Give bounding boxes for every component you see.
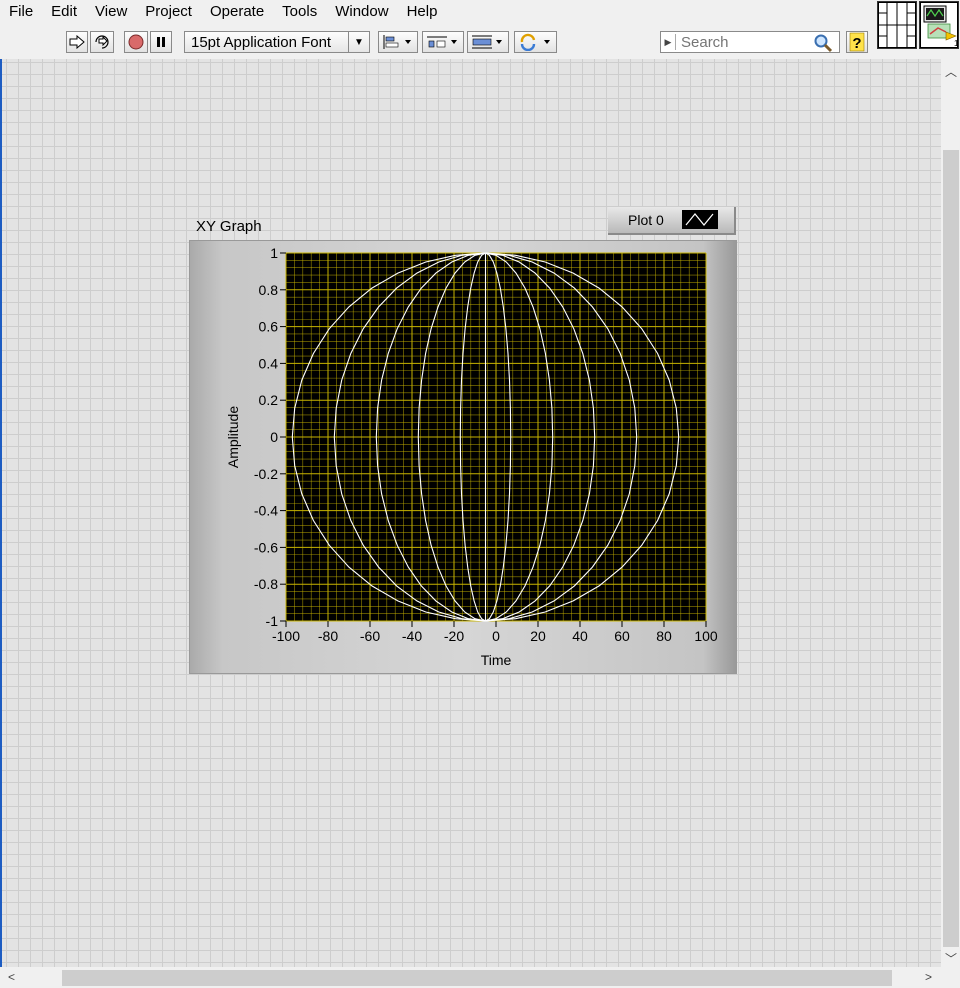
- plot-legend[interactable]: Plot 0: [608, 207, 736, 235]
- svg-text:?: ?: [852, 35, 861, 52]
- run-continuously-icon: [95, 35, 109, 49]
- xy-graph[interactable]: 1 0.8 0.6 0.4 0.2 0 -0.2 -0.4 -0.6 -0.8 -1 -100 -80 -…: [189, 240, 737, 674]
- x-tick-label: -80: [318, 628, 338, 644]
- y-tick-label: -0.6: [254, 539, 278, 555]
- xy-graph-plot[interactable]: 1 0.8 0.6 0.4 0.2 0 -0.2 -0.4 -0.6 -0.8 -1-100 -80 -…: [190, 241, 736, 673]
- x-tick-label: 0: [492, 628, 500, 644]
- menu-tools[interactable]: Tools: [273, 0, 326, 24]
- connector-pane-icon: [878, 2, 916, 48]
- abort-button[interactable]: [124, 31, 148, 53]
- y-tick-label: 0.4: [259, 355, 279, 371]
- reorder-icon: [520, 33, 550, 51]
- search-input[interactable]: [676, 32, 803, 52]
- menu-file[interactable]: File: [0, 0, 42, 24]
- legend-plot-name: Plot 0: [628, 212, 664, 228]
- y-axis-label: Amplitude: [225, 406, 241, 468]
- x-tick-label: -20: [444, 628, 464, 644]
- y-tick-label: 0.6: [259, 319, 279, 335]
- scroll-up-icon[interactable]: ︿: [945, 63, 957, 80]
- run-button[interactable]: [66, 31, 88, 53]
- resize-icon: [472, 35, 502, 49]
- y-tick-label: 0: [270, 429, 278, 445]
- x-tick-label: 60: [614, 628, 630, 644]
- y-tick-label: -0.2: [254, 466, 278, 482]
- scroll-down-icon[interactable]: ﹀: [945, 950, 957, 967]
- font-setting-label: 15pt Application Font: [191, 33, 332, 51]
- text-settings-dropdown[interactable]: 15pt Application Font ▼: [184, 31, 370, 53]
- legend-line-icon: [685, 213, 714, 226]
- menu-help[interactable]: Help: [398, 0, 447, 24]
- abort-icon: [128, 34, 144, 50]
- chevron-down-icon: ▼: [348, 32, 369, 52]
- scroll-right-icon[interactable]: >: [925, 970, 932, 984]
- vi-icon: 1: [920, 2, 959, 48]
- legend-swatch[interactable]: [682, 210, 718, 229]
- menu-operate[interactable]: Operate: [201, 0, 273, 24]
- align-icon: [383, 35, 411, 49]
- distribute-objects-button[interactable]: [422, 31, 464, 53]
- horizontal-scroll-thumb[interactable]: [62, 970, 892, 986]
- reorder-button[interactable]: [514, 31, 557, 53]
- scroll-left-icon[interactable]: <: [8, 970, 15, 984]
- y-tick-label: -1: [266, 613, 279, 629]
- distribute-icon: [427, 36, 457, 48]
- menu-edit[interactable]: Edit: [42, 0, 86, 24]
- toolbar: 15pt Application Font ▼ ▶: [0, 26, 875, 58]
- align-objects-button[interactable]: [378, 31, 418, 53]
- x-axis-label: Time: [481, 652, 512, 668]
- context-help-button[interactable]: ?: [846, 31, 868, 53]
- run-continuously-button[interactable]: [90, 31, 114, 53]
- run-arrow-icon: [69, 35, 85, 49]
- menu-bar: File Edit View Project Operate Tools Win…: [0, 0, 875, 24]
- connector-pane[interactable]: [877, 1, 917, 49]
- x-tick-label: -40: [402, 628, 422, 644]
- x-tick-label: 20: [530, 628, 546, 644]
- search-icon[interactable]: [813, 33, 833, 53]
- menu-window[interactable]: Window: [326, 0, 397, 24]
- y-tick-label: -0.8: [254, 576, 278, 592]
- pause-icon: [157, 37, 165, 47]
- x-tick-label: -100: [272, 628, 300, 644]
- y-tick-label: 0.2: [259, 392, 279, 408]
- x-tick-label: 80: [656, 628, 672, 644]
- search-box[interactable]: ▶: [660, 31, 840, 53]
- resize-objects-button[interactable]: [467, 31, 509, 53]
- pause-button[interactable]: [150, 31, 172, 53]
- svg-text:1: 1: [954, 39, 958, 48]
- y-tick-label: 1: [270, 245, 278, 261]
- menu-view[interactable]: View: [86, 0, 136, 24]
- graph-label: XY Graph: [196, 218, 262, 235]
- x-tick-label: 100: [694, 628, 718, 644]
- menu-project[interactable]: Project: [136, 0, 201, 24]
- help-icon: ?: [849, 32, 865, 52]
- vi-icon-panel[interactable]: 1: [919, 1, 959, 49]
- x-tick-label: -60: [360, 628, 380, 644]
- y-tick-label: 0.8: [259, 282, 279, 298]
- x-tick-label: 40: [572, 628, 588, 644]
- y-tick-label: -0.4: [254, 503, 278, 519]
- search-expand-icon[interactable]: ▶: [661, 37, 675, 48]
- vertical-scroll-thumb[interactable]: [943, 150, 959, 947]
